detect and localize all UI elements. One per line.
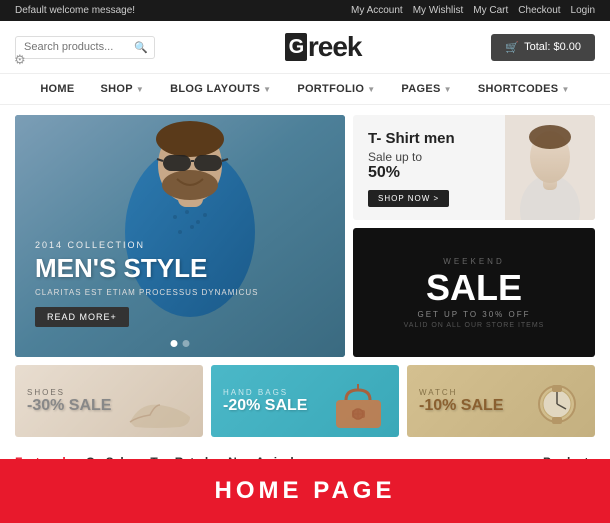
sale-valid-text: VALID ON ALL OUR STORE ITEMS <box>404 322 545 329</box>
nav-shortcodes-arrow: ▼ <box>561 85 569 94</box>
main-nav: HOME SHOP ▼ BLOG LAYOUTS ▼ PORTFOLIO ▼ P… <box>0 74 610 105</box>
cart-button[interactable]: 🛒 Total: $0.00 <box>491 34 595 61</box>
cart-total: Total: $0.00 <box>524 41 581 53</box>
sale-subtitle: GET UP TO 30% OFF <box>418 310 531 319</box>
sale-main-text: SALE <box>426 270 522 306</box>
shoes-icon <box>125 387 195 432</box>
hero-read-more-button[interactable]: READ MORE+ <box>35 307 129 327</box>
search-box[interactable]: 🔍 <box>15 36 155 59</box>
tshirt-person-svg <box>505 115 595 220</box>
top-bar-links: My Account My Wishlist My Cart Checkout … <box>351 5 595 16</box>
watch-banner[interactable]: WATCH -10% SALE <box>407 365 595 437</box>
bags-label: HAND BAGS <box>223 388 307 397</box>
hero-section: 2014 COLLECTION MEN'S STYLE CLARITAS EST… <box>0 105 610 365</box>
sale-weekend-label: WEEKEND <box>443 257 504 266</box>
my-wishlist-link[interactable]: My Wishlist <box>413 5 464 16</box>
shoes-label: SHOES <box>27 388 111 397</box>
top-bar-message: Default welcome message! <box>15 5 135 16</box>
login-link[interactable]: Login <box>571 5 595 16</box>
logo: Greek <box>285 31 362 63</box>
nav-blog[interactable]: BLOG LAYOUTS ▼ <box>157 74 284 104</box>
hero-subtitle: CLARITAS EST ETIAM PROCESSUS DYNAMICUS <box>35 288 259 297</box>
hero-collection: 2014 COLLECTION <box>35 240 259 250</box>
tshirt-panel: T- Shirt men Sale up to 50% SHOP NOW > <box>353 115 595 220</box>
nav-shop-arrow: ▼ <box>136 85 144 94</box>
bags-icon <box>326 382 391 432</box>
watch-sale: -10% SALE <box>419 397 503 415</box>
hero-overlay: 2014 COLLECTION MEN'S STYLE CLARITAS EST… <box>35 240 259 327</box>
tshirt-title: T- Shirt men <box>368 130 455 148</box>
homepage-overlay: HOME PAGE <box>0 459 610 523</box>
tshirt-image <box>505 115 595 220</box>
dot-1[interactable] <box>171 340 178 347</box>
nav-shortcodes[interactable]: SHORTCODES ▼ <box>465 74 583 104</box>
bags-banner[interactable]: HAND BAGS -20% SALE <box>211 365 399 437</box>
watch-label: WATCH <box>419 388 503 397</box>
watch-text: WATCH -10% SALE <box>419 388 503 415</box>
search-icon[interactable]: 🔍 <box>134 41 148 54</box>
my-account-link[interactable]: My Account <box>351 5 403 16</box>
nav-pages-arrow: ▼ <box>444 85 452 94</box>
header: 🔍 ⚙ Greek 🛒 Total: $0.00 <box>0 21 610 74</box>
settings-icon[interactable]: ⚙ <box>14 52 26 68</box>
homepage-label: HOME PAGE <box>215 477 396 504</box>
tshirt-text: T- Shirt men Sale up to 50% SHOP NOW > <box>353 115 470 220</box>
bags-sale: -20% SALE <box>223 397 307 415</box>
nav-portfolio[interactable]: PORTFOLIO ▼ <box>284 74 388 104</box>
watch-icon <box>522 377 587 432</box>
banner-row: SHOES -30% SALE HAND BAGS -20% SALE WA <box>0 365 610 445</box>
tshirt-sale-text: Sale up to <box>368 150 455 164</box>
shoes-sale: -30% SALE <box>27 397 111 415</box>
cart-icon: 🛒 <box>505 41 519 54</box>
hero-main-banner: 2014 COLLECTION MEN'S STYLE CLARITAS EST… <box>15 115 345 357</box>
bags-text: HAND BAGS -20% SALE <box>223 388 307 415</box>
dot-2[interactable] <box>183 340 190 347</box>
search-input[interactable] <box>24 41 134 53</box>
sale-panel: WEEKEND SALE GET UP TO 30% OFF VALID ON … <box>353 228 595 357</box>
tshirt-percent: 50% <box>368 164 455 182</box>
hero-right-panels: T- Shirt men Sale up to 50% SHOP NOW > <box>353 115 595 357</box>
logo-bracket: G <box>285 33 307 61</box>
nav-home[interactable]: HOME <box>27 74 87 104</box>
nav-blog-arrow: ▼ <box>263 85 271 94</box>
nav-shop[interactable]: SHOP ▼ <box>88 74 158 104</box>
nav-portfolio-arrow: ▼ <box>367 85 375 94</box>
shoes-banner[interactable]: SHOES -30% SALE <box>15 365 203 437</box>
shoes-text: SHOES -30% SALE <box>27 388 111 415</box>
my-cart-link[interactable]: My Cart <box>473 5 508 16</box>
hero-title: MEN'S STYLE <box>35 254 259 283</box>
nav-pages[interactable]: PAGES ▼ <box>388 74 464 104</box>
shop-now-button[interactable]: SHOP NOW > <box>368 190 449 207</box>
top-bar: Default welcome message! My Account My W… <box>0 0 610 21</box>
checkout-link[interactable]: Checkout <box>518 5 560 16</box>
hero-dots <box>171 340 190 347</box>
logo-text: reek <box>308 31 362 63</box>
